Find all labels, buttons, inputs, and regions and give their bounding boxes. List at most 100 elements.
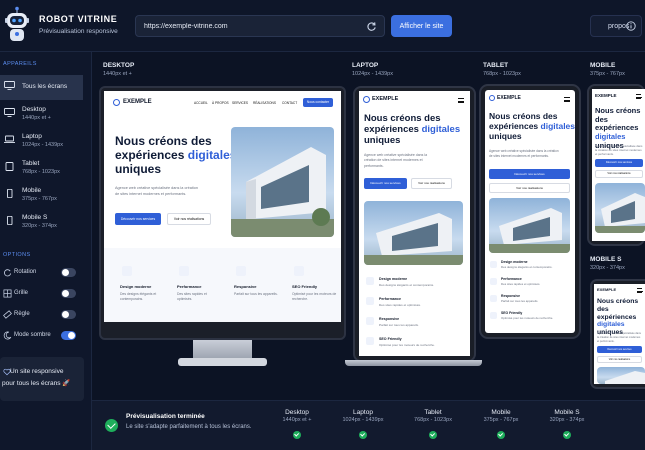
site-brand: EXEMPLE	[497, 95, 521, 101]
menu-icon[interactable]	[458, 98, 464, 103]
grid-toggle[interactable]	[61, 289, 76, 298]
device-mobile[interactable]: Mobile 375px - 767px	[0, 183, 83, 208]
discover-button[interactable]: Découvrir nos services	[597, 346, 642, 353]
nav-cta-button[interactable]: Nous contacter	[303, 98, 333, 107]
feature-desc: Des sites rapides et optimisés.	[379, 303, 421, 307]
laptop-range: 1024px - 1439px	[352, 71, 393, 77]
mobile-s-range: 320px - 374px	[590, 265, 625, 271]
status-laptop: Laptop 1024px - 1439px	[338, 409, 388, 423]
works-button[interactable]: Voir nos réalisations	[167, 213, 211, 225]
option-ruler: Règle	[0, 307, 83, 323]
feature-icon	[179, 266, 189, 276]
refresh-icon[interactable]	[366, 21, 377, 32]
device-laptop[interactable]: Laptop 1024px - 1439px	[0, 129, 83, 154]
rotation-toggle[interactable]	[61, 268, 76, 277]
site-logo-icon	[363, 96, 370, 103]
check-icon	[563, 431, 571, 439]
discover-button[interactable]: Découvrir nos services	[595, 159, 643, 167]
check-icon	[497, 431, 505, 439]
feature-desc: Des designs élégants et contemporains.	[501, 265, 553, 269]
nav-about[interactable]: À PROPOS	[212, 101, 229, 105]
status-bar: Prévisualisation terminée Le site s'adap…	[92, 400, 645, 450]
toggle-knob	[62, 269, 69, 276]
monitor-icon	[4, 108, 15, 117]
status-title: Prévisualisation terminée	[126, 413, 205, 420]
menu-icon[interactable]	[564, 97, 570, 102]
app-title: ROBOT VITRINE	[39, 14, 118, 24]
hero-line-2-wrap: expériences digitales	[115, 148, 236, 163]
status-device-name: Mobile S	[554, 409, 580, 416]
works-button[interactable]: Voir nos réalisations	[489, 183, 570, 193]
hero-line-1: Nous créons des	[597, 298, 639, 313]
discover-button[interactable]: Découvrir nos services	[489, 169, 570, 179]
hero-text: Agence web créative spécialisée dans la …	[115, 186, 198, 196]
nav-works[interactable]: RÉALISATIONS	[253, 101, 276, 105]
nav-services[interactable]: SERVICES	[232, 101, 248, 105]
url-input[interactable]	[144, 20, 354, 33]
app-subtitle: Prévisualisation responsive	[39, 28, 118, 35]
toggle-knob	[62, 311, 69, 318]
option-dark-mode: Mode sombre	[0, 328, 83, 344]
desktop-screen: EXEMPLE ACCUEIL À PROPOS SERVICES RÉALIS…	[104, 91, 341, 322]
nav-home[interactable]: ACCUEIL	[194, 101, 208, 105]
mobile-s-label: MOBILE S 320px - 374px	[590, 256, 625, 271]
device-range: 1440px et +	[22, 115, 51, 121]
building-illustration	[595, 193, 645, 233]
discover-button[interactable]: Découvrir nos services	[115, 213, 161, 225]
option-label: Grille	[14, 290, 29, 296]
mobile-label: MOBILE 375px - 767px	[590, 62, 625, 77]
feature-title: Design moderne	[120, 284, 152, 289]
status-tablet: Tablet 768px - 1023px	[408, 409, 458, 423]
feature-icon	[366, 277, 374, 285]
feature-desc: Des designs élégants et contemporains.	[379, 283, 435, 287]
view-site-button[interactable]: Afficher le site	[391, 15, 452, 37]
works-button[interactable]: Voir nos réalisations	[595, 170, 643, 178]
phone-icon	[7, 216, 13, 225]
monitor-base	[178, 358, 267, 366]
sidebar: APPAREILS Tous les écrans Desktop 1440px…	[0, 52, 92, 450]
status-device-name: Desktop	[285, 409, 309, 416]
works-button[interactable]: Voir nos réalisations	[411, 178, 452, 189]
feature-icon	[490, 295, 497, 302]
hero-text: Agence web créative spécialisée dans la …	[489, 149, 559, 158]
device-mobile-s[interactable]: Mobile S 320px - 374px	[0, 210, 83, 235]
feature-icon	[366, 317, 374, 325]
hero-image	[231, 127, 334, 237]
building-illustration	[605, 371, 645, 384]
menu-icon[interactable]	[636, 94, 642, 99]
feature-title: Performance	[501, 277, 522, 281]
app-window: ROBOT VITRINE Prévisualisation responsiv…	[0, 0, 645, 450]
rotate-icon	[4, 269, 12, 277]
menu-icon[interactable]	[637, 288, 643, 293]
dark-mode-toggle[interactable]	[61, 331, 76, 340]
feature-title: SEO Friendly	[501, 311, 523, 315]
device-desktop[interactable]: Desktop 1440px et +	[0, 102, 83, 127]
monitor-icon	[4, 81, 15, 90]
nav-contact[interactable]: CONTACT	[282, 101, 297, 105]
about-button[interactable]: propos	[590, 15, 642, 37]
feature-title: Design moderne	[379, 277, 408, 281]
hero-title: Nous créons des expériences digitales un…	[364, 113, 460, 147]
feature-title: Performance	[177, 284, 202, 289]
ruler-toggle[interactable]	[61, 310, 76, 319]
laptop-name: LAPTOP	[352, 62, 379, 69]
feature-desc: Des sites rapides et optimisés.	[501, 282, 541, 286]
hero-image	[595, 183, 645, 233]
status-device-range: 1024px - 1439px	[342, 417, 384, 423]
feature-title: Responsive	[234, 284, 257, 289]
hero-line-2: expériences	[489, 120, 539, 131]
feature-title: Design moderne	[501, 260, 528, 264]
device-name: Desktop	[22, 106, 46, 113]
hero-line-2: expériences	[364, 123, 419, 135]
status-device-range: 375px - 767px	[483, 417, 519, 423]
toggle-knob	[68, 332, 75, 339]
device-name: Tous les écrans	[22, 83, 68, 90]
discover-button[interactable]: Découvrir nos services	[364, 178, 407, 189]
device-all-screens[interactable]: Tous les écrans	[0, 75, 83, 100]
hero-line-3: uniques	[489, 130, 522, 141]
device-range: 1024px - 1439px	[22, 142, 63, 148]
feature-desc: Optimisé pour les moteurs de recherche.	[379, 343, 435, 347]
option-label: Rotation	[14, 269, 37, 275]
works-button[interactable]: Voir nos réalisations	[597, 356, 642, 363]
device-tablet[interactable]: Tablet 768px - 1023px	[0, 156, 83, 181]
